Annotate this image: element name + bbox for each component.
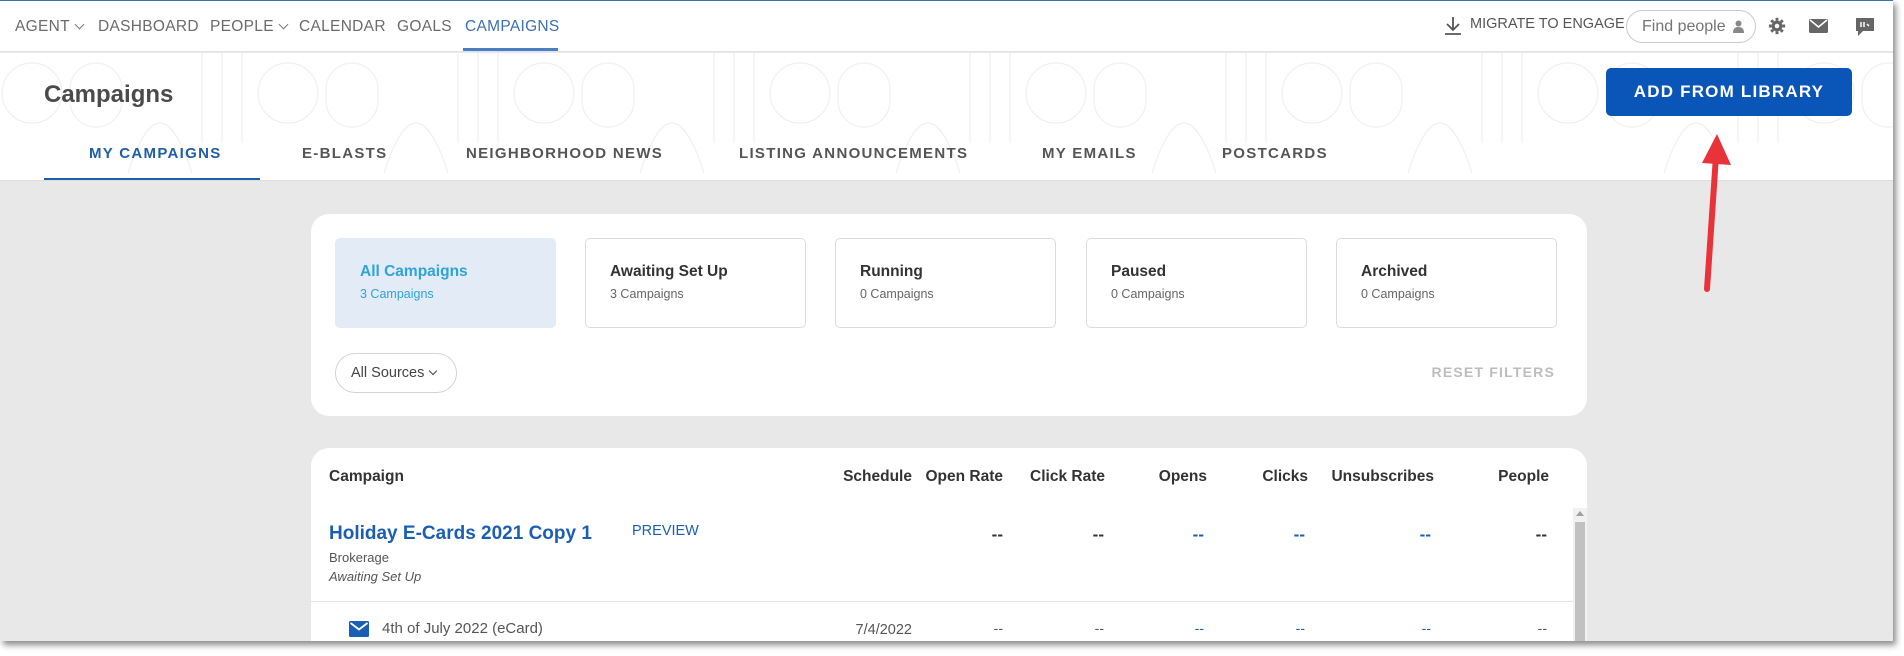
- nav-agent-label: AGENT: [15, 18, 70, 35]
- top-nav: AGENT DASHBOARD PEOPLE CALENDAR GOALS CA…: [0, 1, 1893, 52]
- status-name: Awaiting Set Up: [610, 263, 728, 280]
- filter-card: All Campaigns 3 Campaigns Awaiting Set U…: [311, 214, 1587, 416]
- row-divider: [311, 601, 1573, 602]
- opens-value[interactable]: --: [1144, 525, 1204, 545]
- tab-my-emails[interactable]: MY EMAILS: [1042, 145, 1137, 162]
- preview-link[interactable]: PREVIEW: [632, 523, 699, 539]
- column-header-click-rate[interactable]: Click Rate: [1003, 468, 1105, 486]
- table-scrollbar[interactable]: [1573, 508, 1587, 641]
- column-header-people[interactable]: People: [1434, 468, 1549, 486]
- email-clicks[interactable]: --: [1245, 620, 1305, 636]
- chat-icon[interactable]: [1855, 17, 1875, 37]
- person-icon: [1733, 20, 1744, 33]
- campaigns-table: Campaign Schedule Open Rate Click Rate O…: [311, 448, 1587, 641]
- campaign-status: Awaiting Set Up: [329, 569, 422, 584]
- clicks-value[interactable]: --: [1245, 525, 1305, 545]
- chevron-down-icon: [429, 366, 438, 376]
- sources-dropdown[interactable]: All Sources: [335, 353, 457, 393]
- status-name: Running: [860, 263, 923, 280]
- column-header-schedule[interactable]: Schedule: [816, 468, 912, 486]
- email-name[interactable]: 4th of July 2022 (eCard): [382, 620, 543, 637]
- nav-goals[interactable]: GOALS: [397, 18, 452, 36]
- column-header-opens[interactable]: Opens: [1105, 468, 1207, 486]
- add-from-library-button[interactable]: ADD FROM LIBRARY: [1606, 68, 1852, 116]
- click-rate-value: --: [1092, 525, 1104, 544]
- nav-dashboard[interactable]: DASHBOARD: [98, 18, 199, 36]
- column-header-campaign[interactable]: Campaign: [329, 468, 404, 486]
- tab-postcards[interactable]: POSTCARDS: [1222, 145, 1328, 162]
- tab-my-campaigns[interactable]: MY CAMPAIGNS: [89, 145, 222, 162]
- migrate-label: MIGRATE TO ENGAGE: [1470, 16, 1625, 32]
- status-filter-archived[interactable]: Archived 0 Campaigns: [1336, 238, 1557, 328]
- unsubscribes-value[interactable]: --: [1371, 525, 1431, 545]
- mail-icon[interactable]: [1809, 19, 1828, 33]
- status-name: Archived: [1361, 263, 1428, 280]
- open-rate-value: --: [991, 525, 1003, 544]
- scroll-up-arrow-icon[interactable]: [1576, 511, 1584, 516]
- status-count: 0 Campaigns: [1111, 287, 1185, 301]
- scroll-thumb[interactable]: [1575, 522, 1585, 641]
- campaign-name-link[interactable]: Holiday E-Cards 2021 Copy 1: [329, 523, 592, 545]
- email-schedule: 7/4/2022: [855, 622, 912, 638]
- nav-calendar[interactable]: CALENDAR: [299, 18, 386, 36]
- migrate-to-engage-link[interactable]: MIGRATE TO ENGAGE: [1443, 16, 1625, 35]
- status-count: 0 Campaigns: [1361, 287, 1435, 301]
- reset-filters-button[interactable]: RESET FILTERS: [1432, 364, 1555, 380]
- tab-neighborhood-news[interactable]: NEIGHBORHOOD NEWS: [466, 145, 663, 162]
- chevron-down-icon: [74, 19, 85, 30]
- gear-icon[interactable]: [1768, 17, 1786, 35]
- nav-agent[interactable]: AGENT: [15, 18, 85, 36]
- tab-listing-announcements[interactable]: LISTING ANNOUNCEMENTS: [739, 145, 968, 162]
- download-icon: [1445, 17, 1461, 35]
- status-filter-all-campaigns[interactable]: All Campaigns 3 Campaigns: [335, 238, 556, 328]
- status-filter-awaiting-set-up[interactable]: Awaiting Set Up 3 Campaigns: [585, 238, 806, 328]
- sources-label: All Sources: [351, 365, 425, 381]
- email-unsubscribes[interactable]: --: [1371, 620, 1431, 636]
- status-name: Paused: [1111, 263, 1167, 280]
- nav-people-label: PEOPLE: [210, 18, 274, 35]
- app-window: AGENT DASHBOARD PEOPLE CALENDAR GOALS CA…: [0, 0, 1893, 641]
- column-header-open-rate[interactable]: Open Rate: [902, 468, 1003, 486]
- status-name: All Campaigns: [360, 263, 468, 280]
- email-click-rate: --: [1094, 620, 1104, 636]
- column-header-unsubscribes[interactable]: Unsubscribes: [1308, 468, 1434, 486]
- email-people: --: [1537, 620, 1547, 636]
- status-filter-running[interactable]: Running 0 Campaigns: [835, 238, 1056, 328]
- nav-active-indicator: [463, 48, 558, 51]
- email-opens[interactable]: --: [1144, 620, 1204, 636]
- people-value: --: [1535, 525, 1547, 544]
- envelope-icon: [349, 621, 369, 637]
- chevron-down-icon: [278, 19, 289, 30]
- status-count: 3 Campaigns: [610, 287, 684, 301]
- page-title: Campaigns: [44, 81, 174, 108]
- status-count: 0 Campaigns: [860, 287, 934, 301]
- status-filter-paused[interactable]: Paused 0 Campaigns: [1086, 238, 1307, 328]
- email-open-rate: --: [993, 620, 1003, 636]
- nav-campaigns[interactable]: CAMPAIGNS: [465, 18, 560, 36]
- nav-people[interactable]: PEOPLE: [210, 18, 289, 36]
- page-header: Campaigns ADD FROM LIBRARY MY CAMPAIGNS …: [0, 53, 1893, 181]
- column-header-clicks[interactable]: Clicks: [1207, 468, 1308, 486]
- campaign-source: Brokerage: [329, 550, 389, 565]
- tab-active-indicator: [44, 178, 260, 180]
- status-count: 3 Campaigns: [360, 287, 434, 301]
- tab-e-blasts[interactable]: E-BLASTS: [302, 145, 387, 162]
